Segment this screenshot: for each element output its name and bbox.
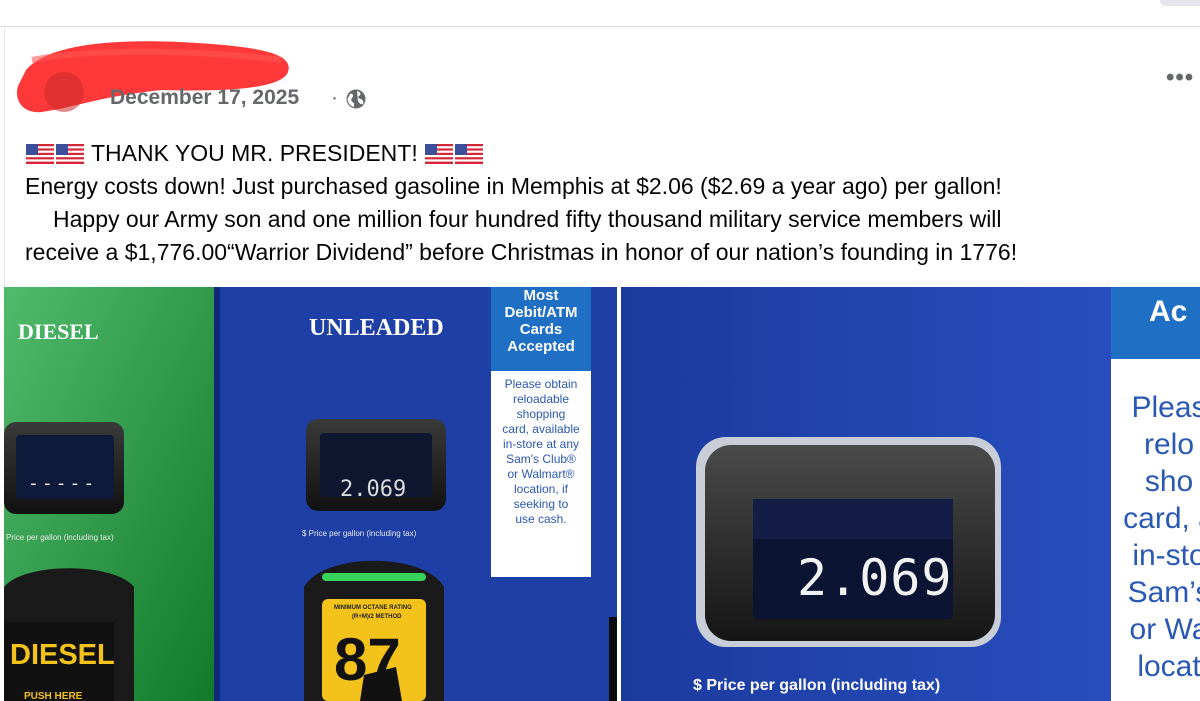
sticker-line: in-store at any <box>502 437 580 451</box>
unleaded-label: UNLEADED <box>309 315 444 341</box>
photo-price-closeup[interactable]: 2.069 $ Price per gallon (including tax)… <box>621 287 1200 701</box>
sticker-header: Most Debit/ATM Cards Accepted <box>491 287 591 371</box>
sticker-line: seeking to <box>513 497 569 511</box>
payment-sticker: Most Debit/ATM Cards Accepted Please obt… <box>491 287 591 577</box>
post-line-4: receive a $1,776.00“Warrior Dividend” be… <box>25 239 1018 265</box>
octane-method: (R+M)/2 METHOD <box>352 614 402 620</box>
sticker-line: card, available <box>502 422 580 436</box>
sticker-body: Please obtain reloadable shopping card, … <box>491 371 591 527</box>
sticker-line: or Walmart® <box>507 467 575 481</box>
closeup-sticker-line: relo <box>1143 428 1195 461</box>
closeup-sticker-head: Ac <box>1149 295 1188 328</box>
closeup-sticker-line: card, a <box>1123 502 1200 535</box>
closeup-sticker-body: Pleas relo sho card, a in-sto Sam’s or W… <box>1119 389 1200 685</box>
globe-icon[interactable] <box>345 88 367 110</box>
photo-pump-overview[interactable]: DIESEL UNLEADED ----- 2.069 Price per ga… <box>4 287 617 701</box>
post-date[interactable]: December 17, 2025 <box>110 86 299 110</box>
post-line-3: Happy our Army son and one million four … <box>25 203 1195 236</box>
sticker-title-2: Debit/ATM <box>504 304 578 321</box>
diesel-nozzle-label: DIESEL <box>10 639 115 671</box>
sticker-line: Sam's Club® <box>506 452 576 466</box>
closeup-sticker-line: or Wa <box>1129 613 1200 646</box>
sticker-title-1: Most <box>523 287 559 304</box>
post-line-2: Energy costs down! Just purchased gasoli… <box>25 173 1002 199</box>
closeup-sticker-line: sho <box>1144 465 1194 498</box>
sticker-line: Please obtain <box>504 377 578 391</box>
closeup-sticker-line: Sam’s <box>1127 576 1200 609</box>
sticker-title-3: Cards <box>519 321 563 338</box>
date-separator: · <box>331 86 338 109</box>
us-flag-icon <box>425 144 454 164</box>
browser-top-strip <box>0 0 1200 27</box>
more-options-button[interactable]: ••• <box>1166 64 1194 92</box>
us-flag-icon <box>26 144 54 164</box>
top-tab-edge <box>1160 0 1200 6</box>
closeup-sticker-line: locat <box>1137 650 1200 683</box>
closeup-price-caption: $ Price per gallon (including tax) <box>693 677 941 694</box>
unleaded-price-caption: $ Price per gallon (including tax) <box>302 529 417 538</box>
unleaded-price-display: 2.069 <box>340 477 407 502</box>
closeup-sticker-line: Pleas <box>1131 391 1200 424</box>
post-line-3-text: Happy our Army son and one million four … <box>53 206 1002 232</box>
diesel-price-caption: Price per gallon (including tax) <box>6 533 114 542</box>
sticker-line: use cash. <box>515 512 567 526</box>
us-flag-icon <box>455 144 484 164</box>
us-flag-icon <box>56 144 84 164</box>
post-text: THANK YOU MR. PRESIDENT! Energy costs do… <box>25 137 1195 269</box>
closeup-price-display: 2.069 <box>797 549 953 607</box>
diesel-price-display: ----- <box>28 473 98 494</box>
sticker-line: shopping <box>516 407 566 421</box>
post-photos: DIESEL UNLEADED ----- 2.069 Price per ga… <box>4 287 1200 701</box>
octane-rating: 87 <box>334 626 401 693</box>
diesel-nozzle-sub: PUSH HERE <box>24 691 83 701</box>
sticker-line: reloadable <box>512 392 570 406</box>
sticker-line: location, if <box>513 482 569 496</box>
sticker-title-4: Accepted <box>507 338 575 355</box>
closeup-sticker-line: in-sto <box>1132 539 1200 572</box>
post-line-1: THANK YOU MR. PRESIDENT! <box>25 137 1195 170</box>
diesel-label: DIESEL <box>18 319 99 344</box>
octane-caption: MINIMUM OCTANE RATING <box>334 605 412 611</box>
post-headline: THANK YOU MR. PRESIDENT! <box>90 140 418 166</box>
price-closeup-art <box>621 287 1200 701</box>
